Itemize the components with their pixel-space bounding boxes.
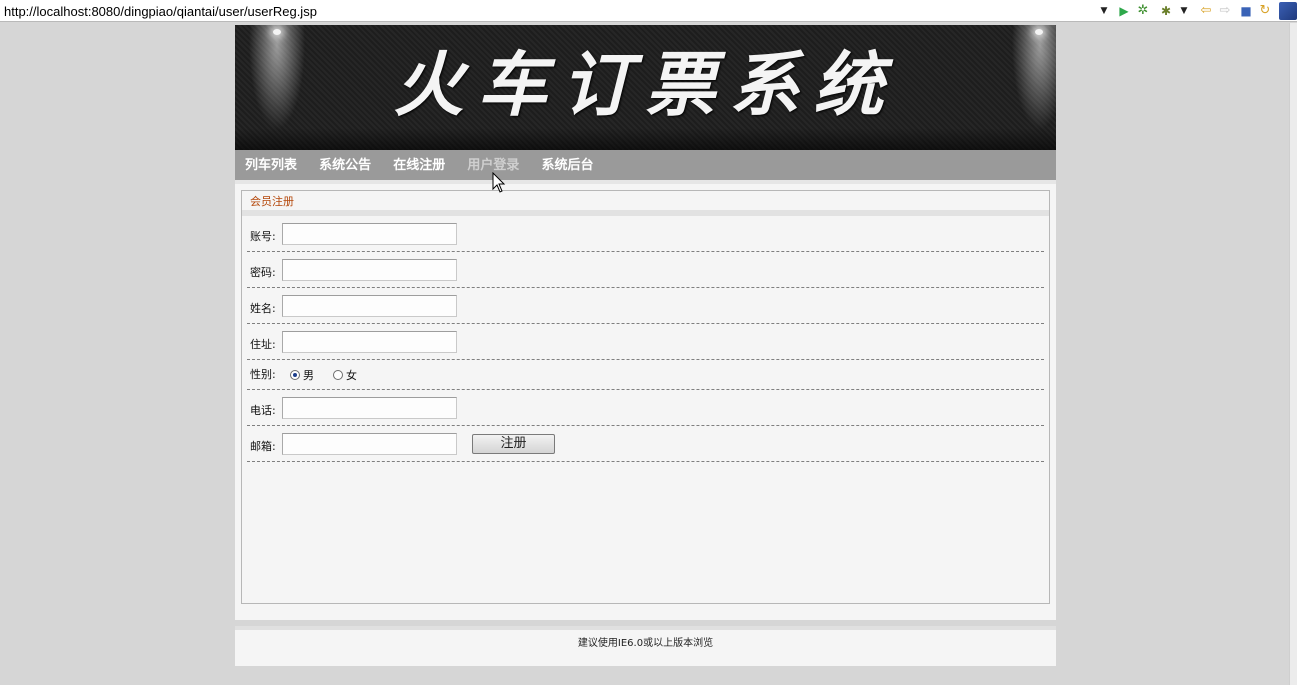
main-nav: 列车列表 系统公告 在线注册 用户登录 系统后台 (235, 150, 1056, 180)
gender-label: 性别: (250, 368, 276, 381)
form-row-account: 账号: (247, 216, 1044, 252)
form-row-name: 姓名: (247, 288, 1044, 324)
debug-icon[interactable]: ✲ (1135, 3, 1151, 19)
gender-option-male: 男 (303, 369, 314, 382)
gender-radio-male[interactable]: 男 (290, 369, 314, 383)
nav-item-admin[interactable]: 系统后台 (541, 150, 593, 180)
browser-recommendation-note: 建议使用IE6.0或以上版本浏览 (577, 638, 714, 649)
email-input[interactable] (282, 433, 457, 455)
external-tools-icon[interactable]: ✱ (1158, 3, 1174, 19)
page-footer: 建议使用IE6.0或以上版本浏览 (235, 626, 1056, 666)
phone-label: 电话: (250, 404, 276, 417)
address-input[interactable] (282, 331, 457, 353)
vertical-scrollbar[interactable] (1289, 23, 1297, 685)
perspective-icon[interactable] (1279, 2, 1297, 20)
register-submit-button[interactable]: 注册 (472, 434, 555, 454)
gender-option-female: 女 (346, 369, 357, 382)
account-label: 账号: (250, 230, 276, 243)
page-container: 火车订票系统 列车列表 系统公告 在线注册 用户登录 系统后台 会员注册 账号:… (235, 25, 1056, 666)
forward-icon[interactable]: ⇨ (1217, 3, 1233, 19)
form-row-email: 邮箱: 注册 (247, 426, 1044, 462)
radio-checked-icon[interactable] (290, 370, 300, 380)
account-input[interactable] (282, 223, 457, 245)
stop-icon[interactable]: ■ (1238, 3, 1254, 19)
run-icon[interactable]: ▶ (1116, 3, 1132, 19)
form-row-address: 住址: (247, 324, 1044, 360)
address-label: 住址: (250, 338, 276, 351)
url-field[interactable] (0, 0, 1095, 22)
password-input[interactable] (282, 259, 457, 281)
back-icon[interactable]: ⇦ (1198, 3, 1214, 19)
password-label: 密码: (250, 266, 276, 279)
spotlight-left (273, 29, 281, 35)
url-dropdown-icon[interactable]: ▼ (1096, 3, 1112, 19)
nav-item-train-list[interactable]: 列车列表 (245, 150, 297, 180)
external-tools-dropdown-icon[interactable]: ▼ (1176, 3, 1192, 19)
email-label: 邮箱: (250, 440, 276, 453)
browser-address-bar: ▼ ▶ ✲ ✱ ▼ ⇦ ⇨ ■ ↻ (0, 0, 1297, 22)
name-label: 姓名: (250, 302, 276, 315)
refresh-icon[interactable]: ↻ (1257, 3, 1273, 19)
form-row-phone: 电话: (247, 390, 1044, 426)
name-input[interactable] (282, 295, 457, 317)
register-panel: 会员注册 账号: 密码: 姓名: 住址: 性别: 男 女 电话: 邮箱: 注册 (241, 190, 1050, 604)
nav-item-announcements[interactable]: 系统公告 (319, 150, 371, 180)
spotlight-right (1035, 29, 1043, 35)
panel-title: 会员注册 (242, 191, 1049, 216)
phone-input[interactable] (282, 397, 457, 419)
nav-item-register[interactable]: 在线注册 (393, 150, 445, 180)
site-banner: 火车订票系统 (235, 25, 1056, 150)
form-row-password: 密码: (247, 252, 1044, 288)
cursor-arrow-icon (492, 172, 506, 193)
form-row-gender: 性别: 男 女 (247, 360, 1044, 390)
site-title: 火车订票系统 (393, 43, 898, 126)
gender-radio-female[interactable]: 女 (333, 369, 357, 383)
content-area: 会员注册 账号: 密码: 姓名: 住址: 性别: 男 女 电话: 邮箱: 注册 (235, 180, 1056, 620)
radio-unchecked-icon[interactable] (333, 370, 343, 380)
